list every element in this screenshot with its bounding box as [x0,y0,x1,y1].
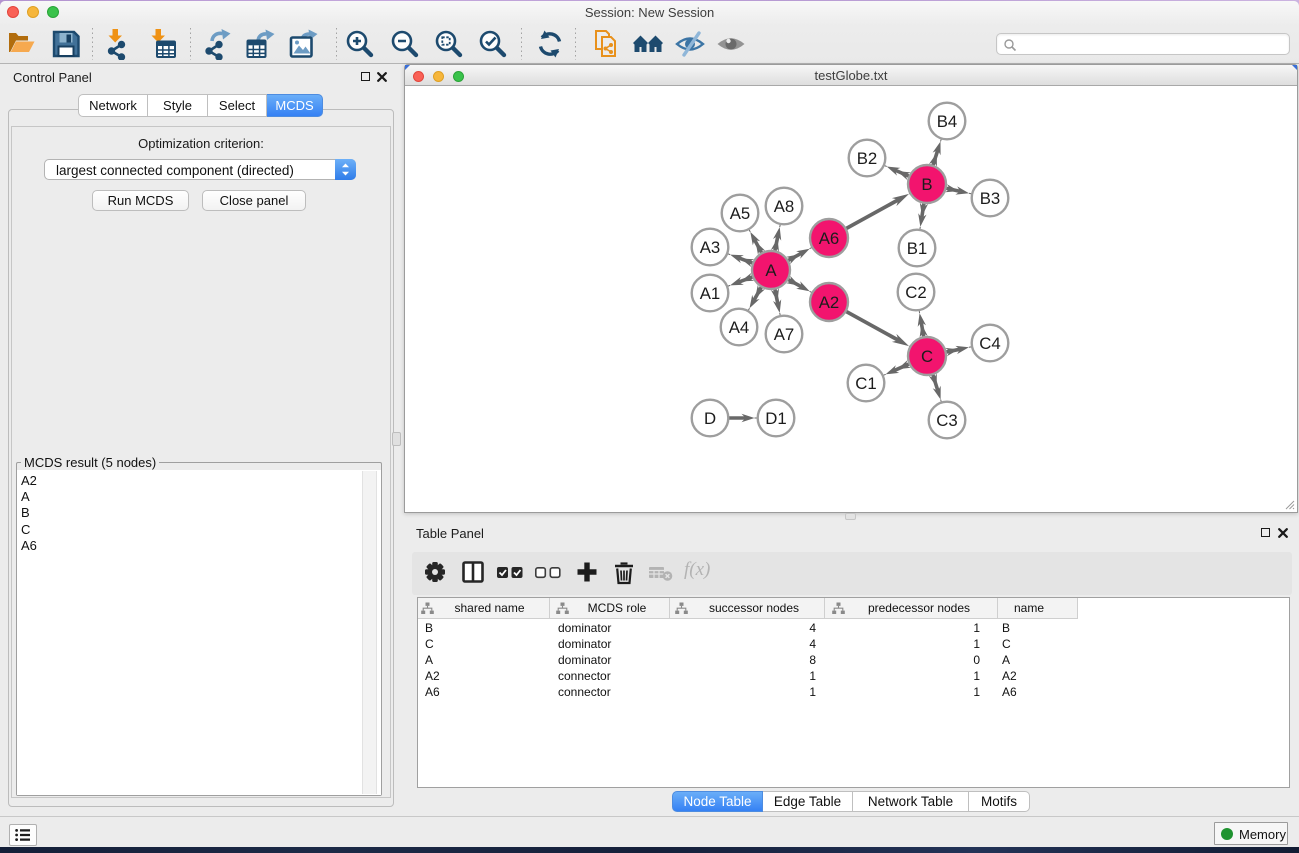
svg-text:A4: A4 [729,318,750,337]
svg-text:B4: B4 [937,112,958,131]
svg-text:A8: A8 [774,197,795,216]
svg-text:D: D [704,409,716,428]
svg-text:A: A [765,261,777,280]
svg-text:A7: A7 [774,325,795,344]
svg-text:C1: C1 [855,374,876,393]
svg-text:D1: D1 [765,409,786,428]
svg-text:A1: A1 [700,284,721,303]
svg-text:A6: A6 [819,229,840,248]
svg-text:B2: B2 [857,149,878,168]
svg-text:B3: B3 [980,189,1001,208]
svg-text:C3: C3 [936,411,957,430]
svg-text:C2: C2 [905,283,926,302]
svg-text:A5: A5 [730,204,751,223]
svg-text:A3: A3 [700,238,721,257]
svg-text:B1: B1 [907,239,928,258]
svg-text:A2: A2 [819,293,840,312]
svg-text:C: C [921,347,933,366]
svg-text:C4: C4 [979,334,1000,353]
svg-text:B: B [921,175,932,194]
